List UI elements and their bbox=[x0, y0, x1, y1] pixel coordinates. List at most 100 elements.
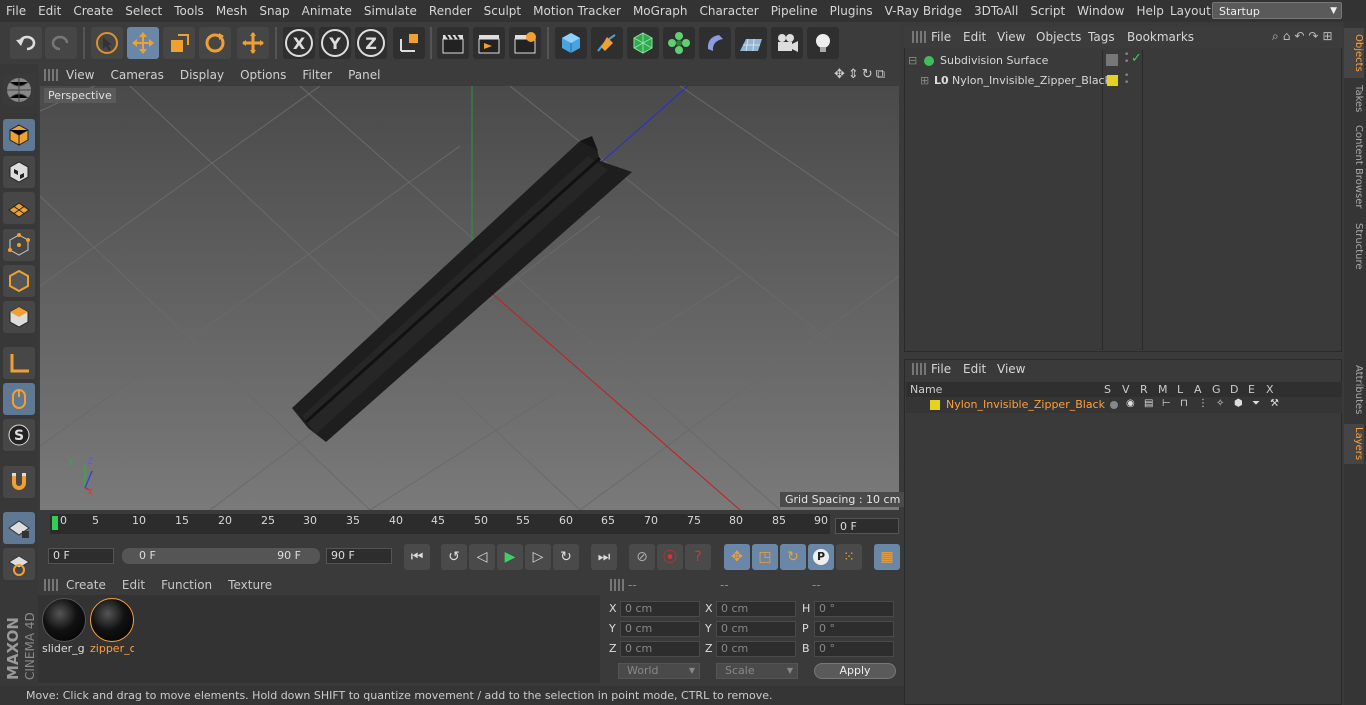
previous-key-button[interactable]: ↺ bbox=[441, 544, 467, 570]
scale-tool-button[interactable] bbox=[163, 27, 195, 59]
cloner-button[interactable] bbox=[663, 27, 695, 59]
layer-color-swatch[interactable] bbox=[1107, 75, 1118, 86]
start-frame-field[interactable]: 0 F bbox=[48, 548, 114, 564]
current-frame-field[interactable]: 0 F bbox=[835, 518, 899, 534]
viewport-menu-display[interactable]: Display bbox=[172, 68, 232, 82]
deformer-button[interactable] bbox=[699, 27, 731, 59]
previous-frame-button[interactable]: ◁ bbox=[469, 544, 495, 570]
layer-menu-file[interactable]: File bbox=[931, 362, 951, 376]
subdivision-surface-button[interactable] bbox=[627, 27, 659, 59]
menu-character[interactable]: Character bbox=[693, 0, 764, 22]
expand-icon[interactable]: ⊞ bbox=[920, 71, 929, 91]
solo-dot-icon[interactable] bbox=[1110, 401, 1118, 409]
edges-mode-button[interactable] bbox=[3, 265, 35, 297]
menu-sculpt[interactable]: Sculpt bbox=[478, 0, 527, 22]
size-mode-select[interactable]: Scale ▼ bbox=[716, 663, 798, 679]
back-icon[interactable]: ↶ bbox=[1294, 29, 1304, 45]
locked-workplane-button[interactable] bbox=[3, 548, 35, 580]
tab-takes[interactable]: Takes bbox=[1344, 82, 1364, 116]
camera-object-button[interactable] bbox=[771, 27, 803, 59]
axis-mode-button[interactable] bbox=[3, 347, 35, 379]
object-menu-objects[interactable]: Objects bbox=[1036, 30, 1081, 44]
new-window-icon[interactable]: ⊞ bbox=[1322, 29, 1332, 45]
object-menu-bookmarks[interactable]: Bookmarks bbox=[1127, 30, 1194, 44]
orbit-icon[interactable]: ↻ bbox=[862, 67, 873, 83]
size-z-field[interactable]: 0 cm bbox=[716, 641, 796, 657]
position-x-field[interactable]: 0 cm bbox=[620, 601, 700, 617]
menu-motion-tracker[interactable]: Motion Tracker bbox=[527, 0, 627, 22]
undo-button[interactable] bbox=[10, 27, 42, 59]
size-y-field[interactable]: 0 cm bbox=[716, 621, 796, 637]
menu-animate[interactable]: Animate bbox=[296, 0, 358, 22]
visibility-dots-icon[interactable]: • • bbox=[1124, 51, 1129, 67]
menu-simulate[interactable]: Simulate bbox=[358, 0, 423, 22]
size-x-field[interactable]: 0 cm bbox=[716, 601, 796, 617]
tab-content-browser[interactable]: Content Browser bbox=[1344, 122, 1364, 212]
layer-color-swatch[interactable] bbox=[930, 400, 940, 410]
record-keys-button[interactable]: ⊘ bbox=[629, 544, 655, 570]
object-tree-item[interactable]: ⊟ Subdivision Surface bbox=[906, 51, 1106, 71]
redo-button[interactable] bbox=[45, 27, 77, 59]
rotation-p-field[interactable]: 0 ° bbox=[814, 621, 894, 637]
layer-row[interactable]: Nylon_Invisible_Zipper_Black ◉ ▤ ⊢ ⊓ ⋮ ✧… bbox=[906, 397, 1342, 413]
frame-range-slider[interactable]: 0 F 90 F bbox=[122, 548, 320, 564]
render-view-button[interactable] bbox=[437, 27, 469, 59]
key-rotation-button[interactable]: ↻ bbox=[780, 544, 806, 570]
generator-icon[interactable]: ✧ bbox=[1216, 398, 1224, 409]
visibility-dots-icon[interactable]: • • bbox=[1124, 72, 1129, 88]
object-menu-view[interactable]: View bbox=[997, 30, 1025, 44]
tab-objects[interactable]: Objects bbox=[1344, 28, 1364, 78]
deformer-icon[interactable]: ⬢ bbox=[1234, 398, 1243, 409]
cube-object-button[interactable] bbox=[555, 27, 587, 59]
model-mode-button[interactable] bbox=[3, 119, 35, 151]
apply-button[interactable]: Apply bbox=[814, 663, 896, 679]
next-key-button[interactable]: ↻ bbox=[553, 544, 579, 570]
animation-icon[interactable]: ⋮ bbox=[1198, 398, 1208, 409]
rotation-b-field[interactable]: 0 ° bbox=[814, 641, 894, 657]
search-icon[interactable]: ⌕ bbox=[1272, 29, 1279, 45]
menu-mesh[interactable]: Mesh bbox=[210, 0, 254, 22]
viewport-menu-view[interactable]: View bbox=[58, 68, 102, 82]
expression-icon[interactable]: ⏷ bbox=[1252, 398, 1260, 409]
menu-snap[interactable]: Snap bbox=[253, 0, 295, 22]
menu-create[interactable]: Create bbox=[67, 0, 119, 22]
menu-script[interactable]: Script bbox=[1024, 0, 1071, 22]
material-menu-edit[interactable]: Edit bbox=[114, 578, 153, 592]
autokey-button[interactable]: ⦿ bbox=[657, 544, 683, 570]
viewport-menu-filter[interactable]: Filter bbox=[294, 68, 340, 82]
rotation-h-field[interactable]: 0 ° bbox=[814, 601, 894, 617]
menu-tools[interactable]: Tools bbox=[168, 0, 210, 22]
layout-select[interactable]: Startup ▼ bbox=[1212, 2, 1342, 19]
material-menu-texture[interactable]: Texture bbox=[220, 578, 280, 592]
position-z-field[interactable]: 0 cm bbox=[620, 641, 700, 657]
end-frame-field[interactable]: 90 F bbox=[326, 548, 392, 564]
dolly-icon[interactable]: ⇕ bbox=[848, 67, 859, 83]
play-button[interactable]: ▶ bbox=[497, 544, 523, 570]
tweak-mode-button[interactable] bbox=[3, 383, 35, 415]
viewport-menu-cameras[interactable]: Cameras bbox=[102, 68, 171, 82]
menu-render[interactable]: Render bbox=[423, 0, 478, 22]
go-to-end-button[interactable]: ⏭ bbox=[591, 544, 617, 570]
tab-attributes[interactable]: Attributes bbox=[1344, 360, 1364, 420]
menu-edit[interactable]: Edit bbox=[32, 0, 67, 22]
move-tool-button[interactable] bbox=[127, 27, 159, 59]
texture-mode-button[interactable] bbox=[3, 156, 35, 188]
viewport-menu-options[interactable]: Options bbox=[232, 68, 294, 82]
manager-tree-icon[interactable]: ⊢ bbox=[1162, 398, 1171, 409]
render-settings-button[interactable] bbox=[509, 27, 541, 59]
playhead-marker[interactable] bbox=[52, 516, 58, 530]
pen-spline-button[interactable] bbox=[591, 27, 623, 59]
next-frame-button[interactable]: ▷ bbox=[525, 544, 551, 570]
workplane-mode-button[interactable] bbox=[3, 192, 35, 224]
enabled-check-icon[interactable]: ✓ bbox=[1131, 51, 1142, 66]
lock-icon[interactable]: ⊓ bbox=[1180, 398, 1188, 409]
light-object-button[interactable] bbox=[807, 27, 839, 59]
floor-object-button[interactable] bbox=[735, 27, 767, 59]
menu-vray-bridge[interactable]: V-Ray Bridge bbox=[879, 0, 968, 22]
rotate-tool-button[interactable] bbox=[199, 27, 231, 59]
material-menu-function[interactable]: Function bbox=[153, 578, 220, 592]
z-axis-lock-button[interactable]: Z bbox=[355, 27, 387, 59]
viewport-menu-panel[interactable]: Panel bbox=[340, 68, 388, 82]
menu-plugins[interactable]: Plugins bbox=[824, 0, 879, 22]
snap-button[interactable] bbox=[3, 466, 35, 498]
